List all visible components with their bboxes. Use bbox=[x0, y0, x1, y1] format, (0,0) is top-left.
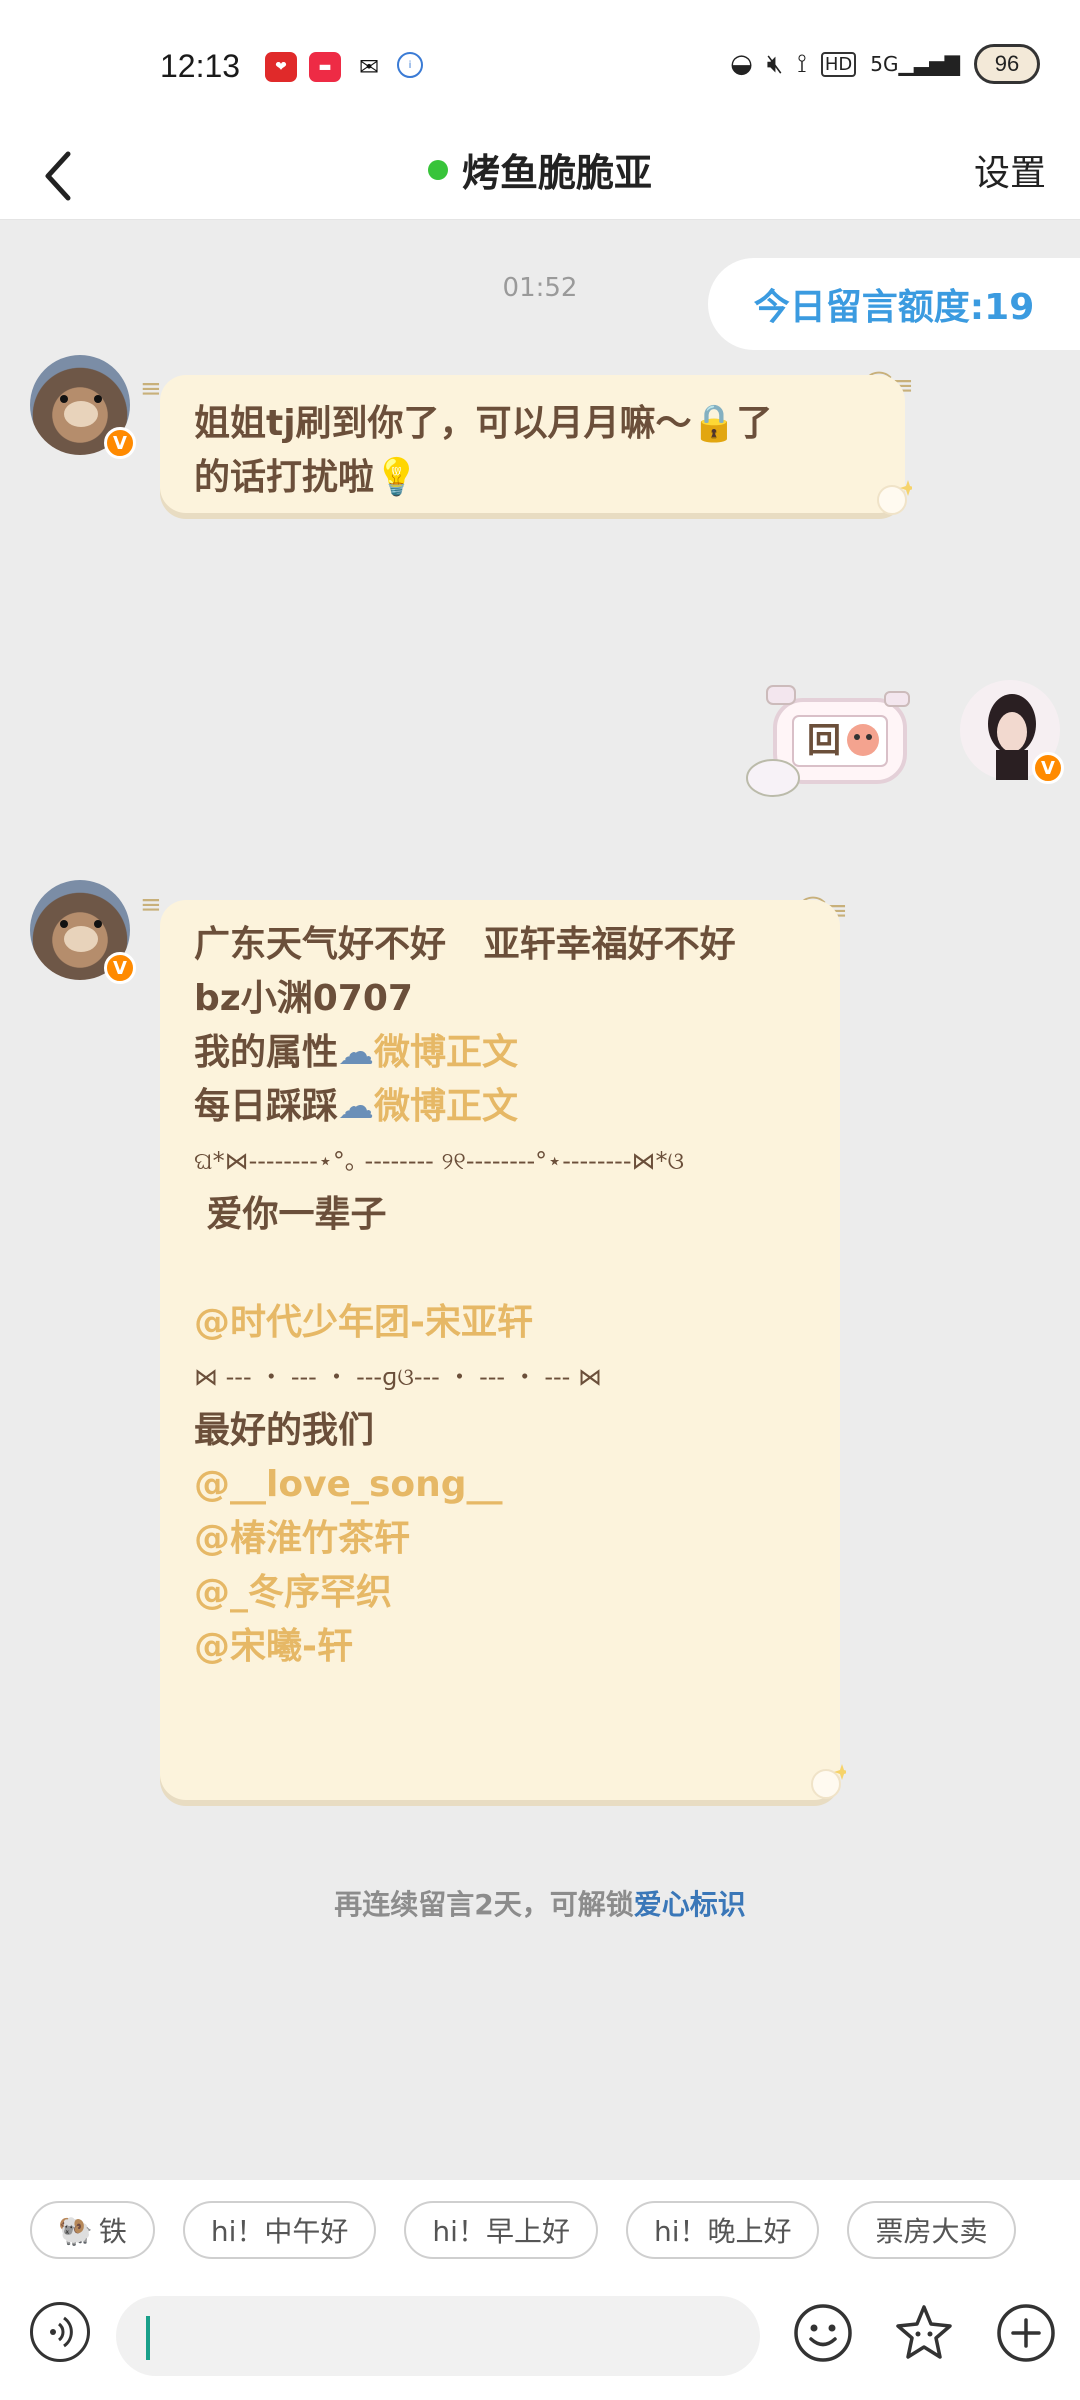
sparkle-icon bbox=[811, 1764, 846, 1799]
alarm-icon: ◒ bbox=[730, 49, 753, 79]
hd-icon: HD bbox=[820, 51, 857, 77]
status-bar: 12:13 ❤ ▬ ✉ i ◒ 🔇︎ ⟟ HD 5G▁▃▅▇ 96 bbox=[0, 0, 1080, 130]
my-avatar[interactable]: V bbox=[960, 680, 1064, 784]
message-text: 我的属性☁微博正文 bbox=[194, 1026, 806, 1080]
verified-badge-icon: V bbox=[104, 427, 136, 459]
message-input[interactable] bbox=[116, 2296, 760, 2376]
text-label: 每日踩踩 bbox=[194, 1086, 339, 1127]
online-status-dot bbox=[427, 159, 448, 180]
sender-avatar[interactable]: V bbox=[30, 355, 136, 459]
quick-reply-chip[interactable]: 🐏 铁 bbox=[30, 2201, 155, 2259]
message-quota-badge: 今日留言额度:19 bbox=[708, 258, 1080, 350]
message-bubble[interactable]: 广东天气好不好 亚轩幸福好不好 bz小渊0707 我的属性☁微博正文 每日踩踩☁… bbox=[160, 900, 840, 1800]
chat-header: 烤鱼脆脆亚 设置 bbox=[0, 130, 1080, 220]
message-bubble[interactable]: 姐姐tj刷到你了，可以月月嘛～🔒了 的话打扰啦💡 bbox=[160, 375, 905, 513]
page-title: 烤鱼脆脆亚 bbox=[461, 151, 652, 195]
unlock-hint: 再连续留言2天，可解锁爱心标识 bbox=[0, 1883, 1080, 1923]
app-notification-icon: ▬ bbox=[309, 52, 341, 82]
plus-icon[interactable] bbox=[995, 2302, 1057, 2364]
quick-reply-chip[interactable]: hi！晚上好 bbox=[625, 2201, 820, 2259]
avatar-eye bbox=[60, 395, 68, 403]
message-text: 最好的我们 bbox=[194, 1410, 375, 1451]
sticker-icon[interactable] bbox=[893, 2302, 955, 2364]
battery-indicator: 96 bbox=[974, 44, 1040, 84]
mute-icon: 🔇︎ bbox=[766, 48, 784, 79]
sender-avatar[interactable]: V bbox=[30, 880, 136, 984]
avatar-image bbox=[64, 926, 98, 952]
avatar-eye bbox=[94, 920, 102, 928]
weibo-post-link[interactable]: 微博正文 bbox=[374, 1086, 518, 1127]
cloud-icon: ☁ bbox=[338, 1086, 375, 1127]
verified-badge-icon: V bbox=[104, 952, 136, 984]
quick-reply-chip[interactable]: hi！中午好 bbox=[182, 2201, 377, 2259]
verified-badge-icon: V bbox=[1032, 752, 1064, 784]
sheep-icon: 🐏 bbox=[58, 2213, 93, 2247]
network-type: 5G bbox=[870, 52, 899, 76]
settings-button[interactable]: 设置 bbox=[974, 144, 1046, 196]
message-text: 广东天气好不好 亚轩幸福好不好 bbox=[194, 924, 736, 965]
message-text: 每日踩踩☁微博正文 bbox=[194, 1080, 806, 1134]
wechat-icon: ✉ bbox=[353, 52, 385, 82]
ifly-icon: i bbox=[397, 52, 423, 78]
voice-icon bbox=[50, 2316, 73, 2348]
system-status: ◒ 🔇︎ ⟟ HD 5G▁▃▅▇ 96 bbox=[730, 44, 1040, 84]
quick-reply-chip[interactable]: hi！早上好 bbox=[404, 2201, 598, 2259]
cloud-icon: ☁ bbox=[338, 1032, 375, 1073]
bubble-decoration-icon: ≡ bbox=[140, 374, 162, 404]
message-text: ଘ*⋈--------⋆°｡ -------- ୨୧--------°⋆----… bbox=[194, 1147, 685, 1175]
battery-level: 96 bbox=[994, 51, 1020, 76]
weibo-post-link[interactable]: 微博正文 bbox=[374, 1032, 518, 1073]
mention-link[interactable]: @时代少年团-宋亚轩 bbox=[194, 1296, 806, 1350]
mention-link[interactable]: @椿淮竹茶轩 bbox=[194, 1512, 806, 1566]
wifi-icon: ⟟ bbox=[797, 48, 807, 79]
text-caret bbox=[146, 2316, 150, 2360]
sticker-message[interactable]: 回 bbox=[745, 682, 920, 802]
mention-link[interactable]: @__love_song__ bbox=[194, 1458, 806, 1512]
message-text: 姐姐tj刷到你了，可以月月嘛～🔒了 bbox=[194, 403, 773, 444]
emoji-icon[interactable] bbox=[792, 2302, 854, 2364]
message-text: 爱你一辈子 bbox=[194, 1194, 387, 1235]
bubble-decoration-icon: ≡ bbox=[140, 890, 162, 920]
message-text: 的话打扰啦💡 bbox=[194, 457, 419, 498]
chip-label: 铁 bbox=[98, 2215, 127, 2248]
hint-text: 再连续留言2天，可解锁 bbox=[334, 1888, 634, 1921]
quick-reply-chip[interactable]: 票房大卖 bbox=[847, 2201, 1016, 2259]
sparkle-icon bbox=[877, 480, 912, 515]
mention-link[interactable]: @宋曦-轩 bbox=[194, 1620, 806, 1674]
avatar-eye bbox=[60, 920, 68, 928]
status-time: 12:13 bbox=[160, 48, 241, 84]
signal-icon: 5G▁▃▅▇ bbox=[870, 52, 960, 76]
quick-reply-bar: 🐏 铁 hi！中午好 hi！早上好 hi！晚上好 票房大卖 bbox=[0, 2180, 1080, 2280]
avatar-eye bbox=[94, 395, 102, 403]
avatar-image bbox=[64, 401, 98, 427]
title-area: 烤鱼脆脆亚 bbox=[0, 142, 1080, 197]
notification-icons: ❤ ▬ ✉ i bbox=[265, 52, 423, 82]
heart-badge-link[interactable]: 爱心标识 bbox=[634, 1888, 746, 1921]
voice-button[interactable] bbox=[30, 2302, 90, 2362]
sticker-label: 回 bbox=[807, 721, 841, 761]
message-text: bz小渊0707 bbox=[194, 978, 413, 1019]
message-text: ⋈ --- ・ --- ・ ---ɡଓ--- ・ --- ・ --- ⋈ bbox=[194, 1363, 602, 1391]
mention-link[interactable]: @_冬序罕织 bbox=[194, 1566, 806, 1620]
input-bar bbox=[0, 2280, 1080, 2400]
app-notification-icon: ❤ bbox=[265, 52, 297, 82]
text-label: 我的属性 bbox=[194, 1032, 339, 1073]
